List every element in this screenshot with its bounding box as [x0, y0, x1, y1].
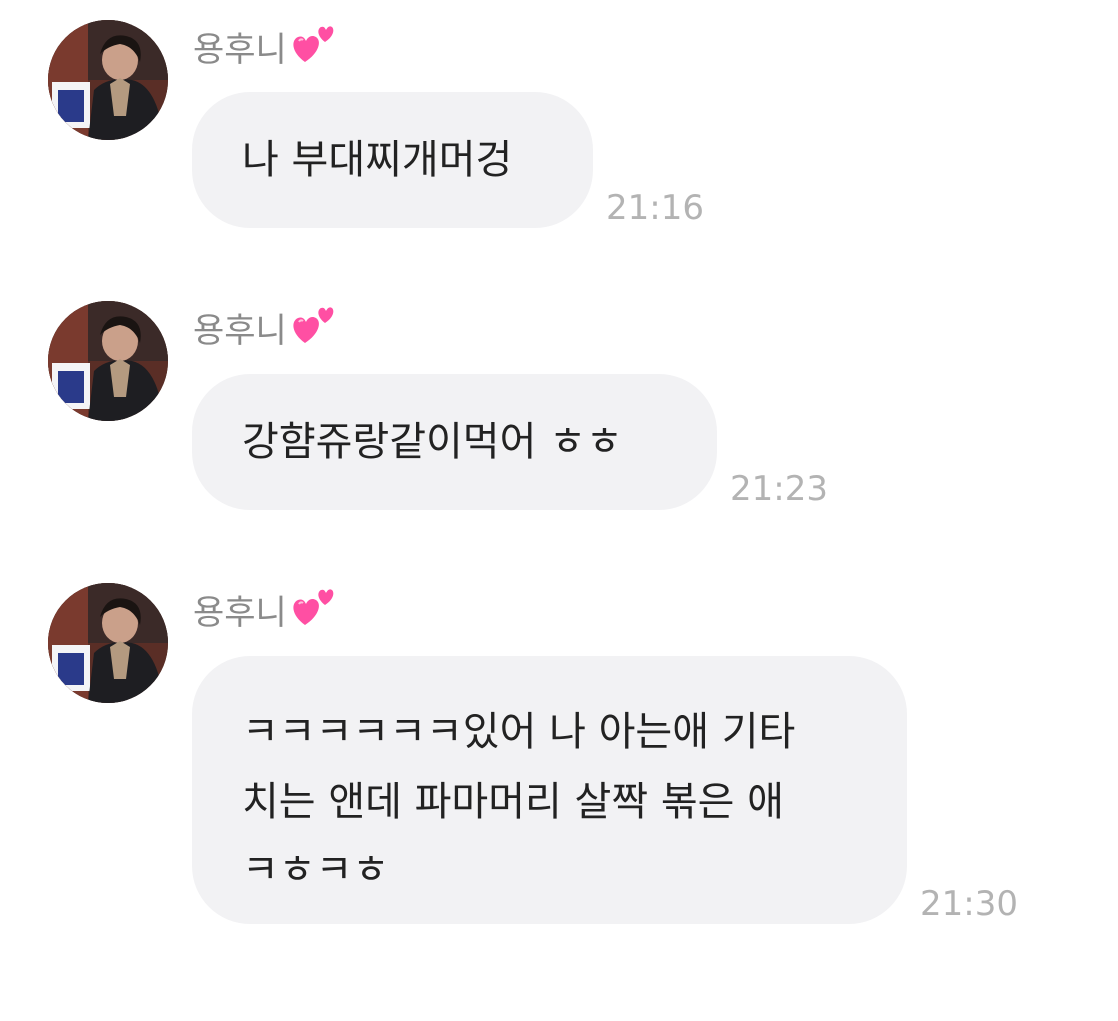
avatar-photo — [48, 583, 168, 703]
sender-name: 용후니 — [193, 303, 335, 358]
avatar[interactable] — [48, 583, 168, 703]
message-timestamp: 21:30 — [920, 884, 1018, 924]
sender-name: 용후니 — [193, 585, 335, 640]
sender-name-text: 용후니 — [193, 592, 287, 633]
message-timestamp: 21:16 — [606, 188, 704, 228]
message-bubble[interactable]: 나 부대찌개머겅 — [192, 92, 593, 228]
message-text-line: ㅋㅋㅋㅋㅋㅋ있어 나 아는애 기타 — [242, 709, 796, 755]
avatar[interactable] — [48, 20, 168, 140]
sender-name: 용후니 — [193, 22, 335, 77]
message-text: 강햠쥬랑같이먹어 ㅎㅎ — [242, 419, 623, 465]
message-text: 나 부대찌개머겅 — [242, 137, 513, 183]
two-hearts-icon — [289, 585, 335, 640]
sender-name-text: 용후니 — [193, 310, 287, 351]
sender-name-text: 용후니 — [193, 29, 287, 70]
message-bubble[interactable]: ㅋㅋㅋㅋㅋㅋ있어 나 아는애 기타 치는 앤데 파마머리 살짝 볶은 애 ㅋㅎㅋ… — [192, 656, 907, 924]
message-text-line: 치는 앤데 파마머리 살짝 볶은 애 — [242, 779, 784, 825]
message-timestamp: 21:23 — [730, 469, 828, 509]
message-bubble[interactable]: 강햠쥬랑같이먹어 ㅎㅎ — [192, 374, 717, 510]
avatar-photo — [48, 301, 168, 421]
two-hearts-icon — [289, 22, 335, 77]
message-text-line: ㅋㅎㅋㅎ — [242, 847, 390, 893]
avatar-photo — [48, 20, 168, 140]
avatar[interactable] — [48, 301, 168, 421]
two-hearts-icon — [289, 303, 335, 358]
